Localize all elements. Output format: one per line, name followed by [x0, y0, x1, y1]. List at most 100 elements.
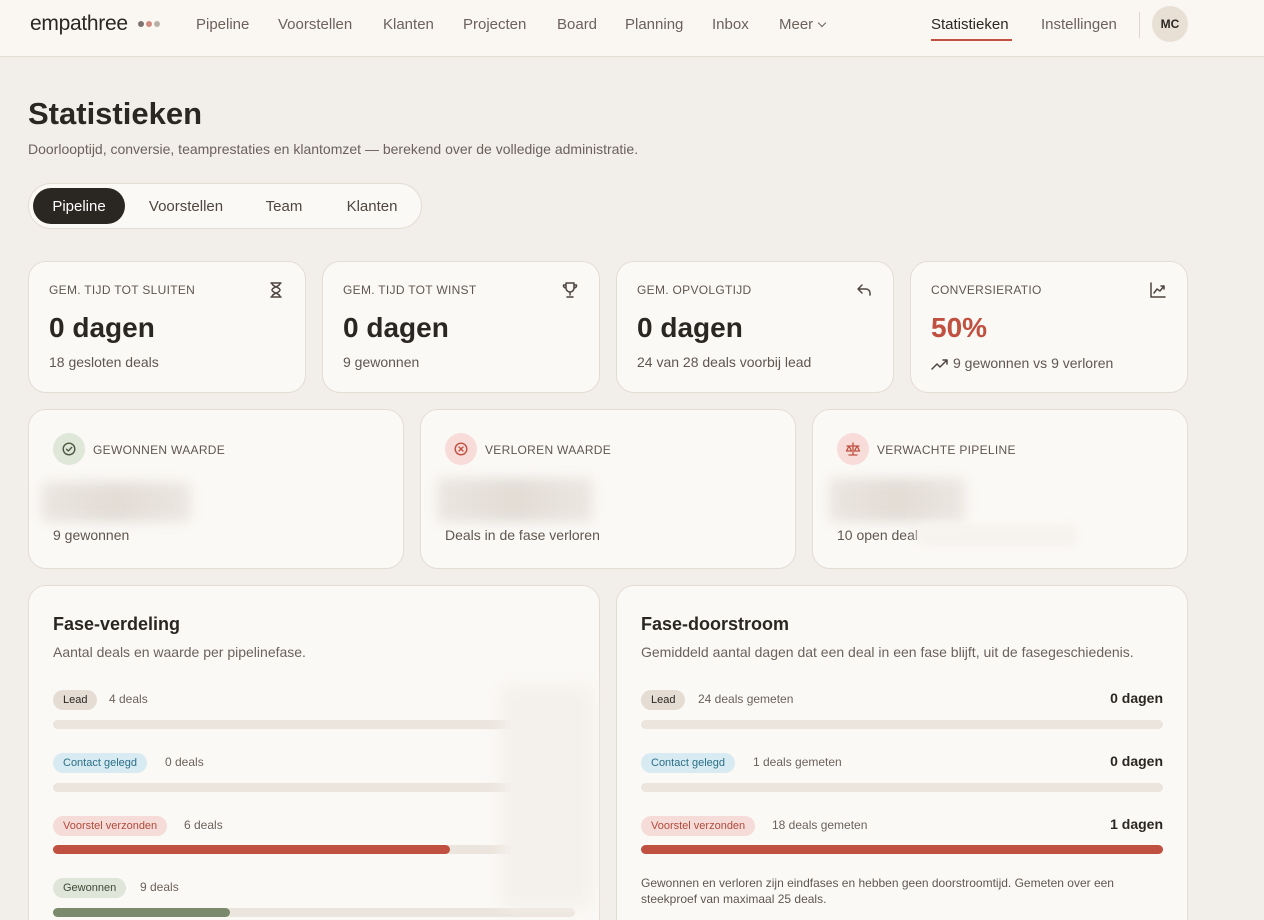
brand-dot — [146, 21, 152, 27]
value-card-verwachte-pipeline: VERWACHTE PIPELINE 10 open deal — [812, 409, 1188, 569]
value-label: GEWONNEN WAARDE — [93, 443, 226, 457]
stage-bar-track — [641, 845, 1163, 854]
stage-bar-track — [53, 783, 575, 792]
stage-pill-lead: Lead — [641, 690, 686, 710]
nav-active-underline — [931, 39, 1012, 41]
trend-up-icon — [931, 359, 948, 370]
stage-pill-voorstel: Voorstel verzonden — [641, 816, 756, 836]
stage-pill-gewonnen: Gewonnen — [53, 878, 127, 898]
kpi-label: CONVERSIERATIO — [931, 283, 1042, 297]
nav-statistieken[interactable]: Statistieken — [931, 16, 1009, 33]
hourglass-icon — [270, 282, 282, 298]
stage-pill-lead: Lead — [53, 690, 98, 710]
kpi-card-opvolgtijd: GEM. OPVOLGTIJD 0 dagen 24 van 28 deals … — [616, 261, 894, 393]
nav-meer-label: Meer — [779, 16, 814, 33]
row-value: 0 dagen — [1110, 690, 1163, 706]
fase-doorstroom-card: Fase-doorstroom Gemiddeld aantal dagen d… — [616, 585, 1188, 920]
stage-pill-voorstel: Voorstel verzonden — [53, 816, 168, 836]
doorstroom-note: Gewonnen en verloren zijn eindfases en h… — [641, 876, 1114, 906]
redacted-amount — [829, 478, 965, 522]
value-footnote: 10 open deal — [837, 527, 918, 543]
tab-voorstellen[interactable]: Voorstellen — [133, 188, 239, 224]
row-meta: 0 deals — [165, 755, 204, 769]
nav-planning[interactable]: Planning — [625, 16, 683, 33]
nav-klanten[interactable]: Klanten — [383, 16, 434, 33]
value-footnote: 9 gewonnen — [53, 527, 130, 543]
stage-bar-fill — [641, 845, 1163, 854]
chevron-down-icon — [817, 18, 827, 28]
kpi-value: 0 dagen — [343, 312, 449, 343]
kpi-footnote: 9 gewonnen — [343, 354, 420, 370]
kpi-label: GEM. OPVOLGTIJD — [637, 283, 752, 297]
page-title: Statistieken — [28, 96, 203, 131]
kpi-card-tijd-tot-sluiten: GEM. TIJD TOT SLUITEN 0 dagen 18 geslote… — [28, 261, 306, 393]
value-label: VERLOREN WAARDE — [485, 443, 612, 457]
section-title: Fase-verdeling — [53, 614, 181, 634]
tab-pipeline[interactable]: Pipeline — [33, 188, 125, 224]
kpi-card-tijd-tot-winst: GEM. TIJD TOT WINST 0 dagen 9 gewonnen — [322, 261, 600, 393]
avatar[interactable]: MC — [1152, 6, 1188, 42]
trophy-icon — [562, 282, 578, 298]
fase-verdeling-card: Fase-verdeling Aantal deals en waarde pe… — [28, 585, 600, 920]
redacted-amount — [437, 478, 593, 522]
check-circle-icon — [62, 442, 76, 456]
value-badge — [837, 433, 869, 465]
row-meta: 18 deals gemeten — [772, 818, 868, 832]
kpi-footnote: 18 gesloten deals — [49, 354, 159, 370]
value-label: VERWACHTE PIPELINE — [877, 443, 1016, 457]
value-badge — [53, 433, 85, 465]
nav-pipeline[interactable]: Pipeline — [196, 16, 249, 33]
value-card-gewonnen: GEWONNEN WAARDE 9 gewonnen — [28, 409, 404, 569]
redacted-values — [501, 686, 593, 908]
scale-icon — [845, 442, 861, 456]
stage-pill-contact: Contact gelegd — [641, 753, 735, 773]
redacted-text — [917, 524, 1077, 546]
row-meta: 6 deals — [184, 818, 223, 832]
reply-icon — [857, 284, 871, 296]
row-meta: 1 deals gemeten — [753, 755, 842, 769]
section-subtitle: Gemiddeld aantal dagen dat een deal in e… — [641, 644, 1134, 660]
kpi-value: 0 dagen — [49, 312, 155, 343]
stage-bar-track — [641, 783, 1163, 792]
row-meta: 4 deals — [109, 692, 148, 706]
redacted-amount — [41, 482, 191, 522]
nav-meer[interactable]: Meer — [779, 16, 827, 33]
stage-bar-track — [53, 908, 575, 917]
brand-dot — [154, 21, 160, 27]
kpi-footnote: 24 van 28 deals voorbij lead — [637, 354, 812, 370]
value-badge — [445, 433, 477, 465]
section-title: Fase-doorstroom — [641, 614, 790, 634]
section-subtitle: Aantal deals en waarde per pipelinefase. — [53, 644, 306, 660]
row-value: 1 dagen — [1110, 816, 1163, 832]
kpi-value: 0 dagen — [637, 312, 743, 343]
nav-board[interactable]: Board — [557, 16, 597, 33]
nav-divider — [1139, 12, 1140, 38]
kpi-footnote: 9 gewonnen vs 9 verloren — [953, 355, 1114, 371]
stage-bar-fill — [53, 845, 450, 854]
stage-pill-contact: Contact gelegd — [53, 753, 147, 773]
nav-voorstellen[interactable]: Voorstellen — [278, 16, 352, 33]
brand-logo[interactable]: empathree — [30, 12, 128, 36]
section-tabs: Pipeline Voorstellen Team Klanten — [28, 183, 422, 229]
top-nav: empathree Pipeline Voorstellen Klanten P… — [0, 0, 1264, 57]
kpi-value: 50% — [931, 312, 988, 343]
row-meta: 24 deals gemeten — [698, 692, 794, 706]
nav-projecten[interactable]: Projecten — [463, 16, 526, 33]
row-meta: 9 deals — [140, 880, 179, 894]
kpi-footnote-row: 9 gewonnen vs 9 verloren — [931, 354, 1113, 371]
kpi-label: GEM. TIJD TOT WINST — [343, 283, 477, 297]
chart-icon — [1150, 282, 1166, 298]
tab-klanten[interactable]: Klanten — [329, 188, 415, 224]
stage-bar-track — [53, 720, 575, 729]
kpi-label: GEM. TIJD TOT SLUITEN — [49, 283, 196, 297]
x-circle-icon — [454, 442, 468, 456]
page-subtitle: Doorlooptijd, conversie, teamprestaties … — [28, 141, 639, 157]
value-card-verloren: VERLOREN WAARDE Deals in de fase verlore… — [420, 409, 796, 569]
brand-dot — [138, 21, 144, 27]
nav-instellingen[interactable]: Instellingen — [1041, 16, 1117, 33]
stage-bar-fill — [53, 908, 231, 917]
brand-dots — [138, 21, 160, 27]
tab-team[interactable]: Team — [247, 188, 321, 224]
nav-inbox[interactable]: Inbox — [712, 16, 749, 33]
row-value: 0 dagen — [1110, 753, 1163, 769]
